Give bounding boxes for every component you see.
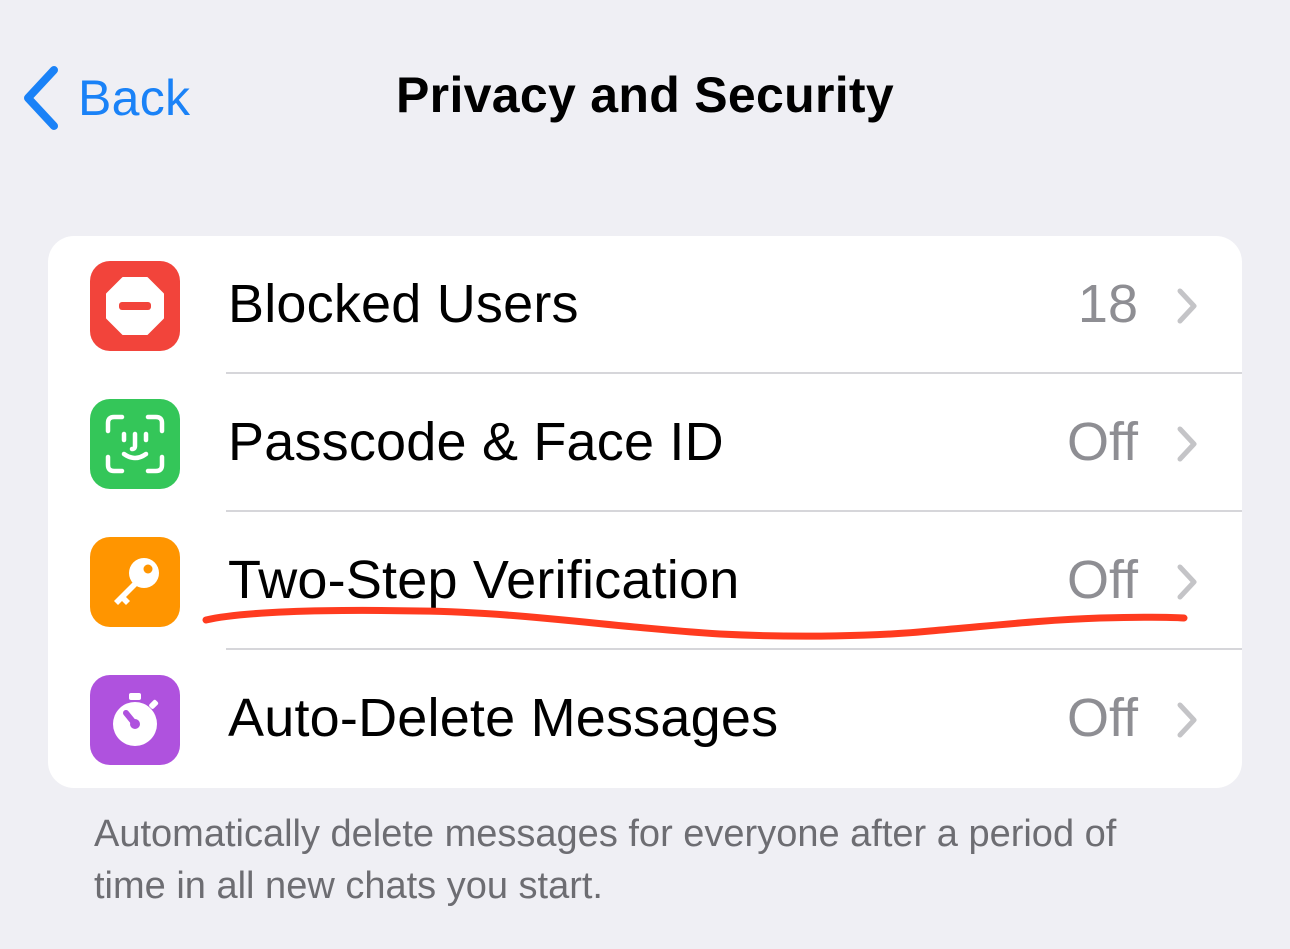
navigation-bar: Back Privacy and Security [0, 0, 1290, 200]
chevron-right-icon [1176, 426, 1198, 462]
row-passcode-face-id[interactable]: Passcode & Face ID Off [48, 374, 1242, 512]
row-blocked-users[interactable]: Blocked Users 18 [48, 236, 1242, 374]
row-label: Blocked Users [228, 274, 579, 334]
chevron-right-icon [1176, 702, 1198, 738]
blocked-icon [90, 261, 180, 351]
row-auto-delete-messages[interactable]: Auto-Delete Messages Off [48, 650, 1242, 788]
row-two-step-verification[interactable]: Two-Step Verification Off [48, 512, 1242, 650]
key-icon [90, 537, 180, 627]
row-label: Passcode & Face ID [228, 412, 724, 472]
face-id-icon [90, 399, 180, 489]
row-value: Off [1066, 550, 1138, 610]
chevron-right-icon [1176, 564, 1198, 600]
row-value: Off [1066, 412, 1138, 472]
row-value: 18 [1077, 274, 1138, 334]
row-label: Two-Step Verification [228, 550, 740, 610]
footer-note: Automatically delete messages for everyo… [94, 813, 1117, 907]
page-title: Privacy and Security [396, 67, 894, 123]
settings-card: Blocked Users 18 Passcode & Face ID Off [48, 236, 1242, 788]
chevron-right-icon [1176, 288, 1198, 324]
row-value: Off [1066, 688, 1138, 748]
timer-icon [90, 675, 180, 765]
row-label: Auto-Delete Messages [228, 688, 779, 748]
